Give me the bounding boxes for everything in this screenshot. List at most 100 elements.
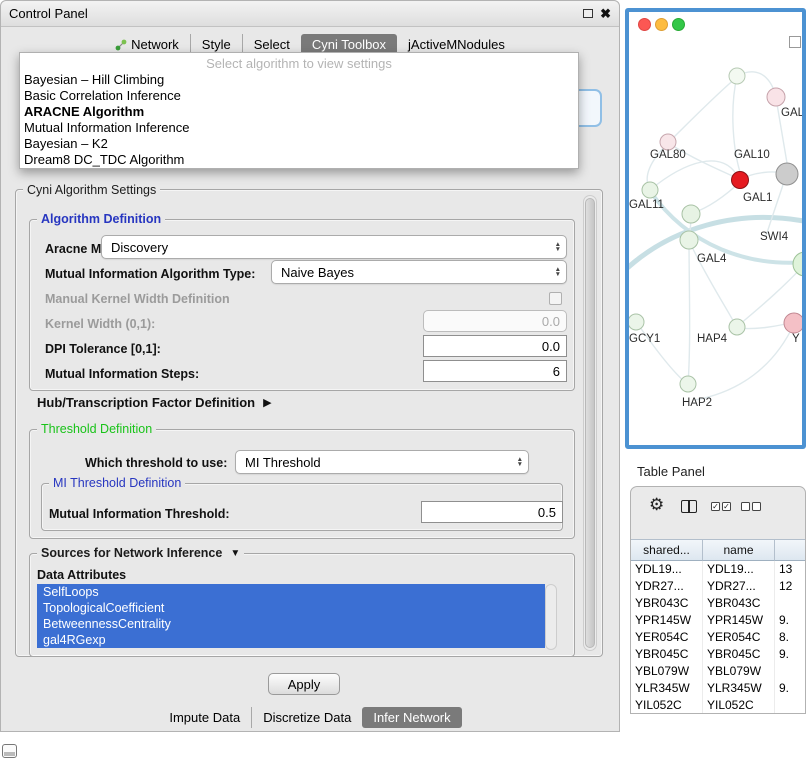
node-label: GCY1 (629, 333, 660, 345)
float-window-icon[interactable] (583, 9, 593, 18)
combo-value: Discovery (111, 240, 168, 255)
algorithm-definition-title: Algorithm Definition (37, 212, 165, 226)
gear-icon[interactable]: ⚙ (649, 495, 664, 515)
network-node-gray[interactable] (776, 163, 798, 185)
popup-item-selected[interactable]: ARACNE Algorithm (20, 104, 578, 120)
node-label: HAP2 (682, 397, 712, 409)
table-row[interactable]: YPR145W YPR145W 9. (631, 612, 806, 629)
apply-button[interactable]: Apply (268, 673, 340, 695)
tab-impute-data[interactable]: Impute Data (158, 707, 251, 728)
list-item[interactable]: gal4RGexp (37, 632, 545, 648)
node-label: GAL11 (629, 199, 664, 211)
restore-panel-icon[interactable] (2, 744, 17, 758)
network-node[interactable] (729, 319, 745, 335)
panel-title: Control Panel (9, 1, 88, 27)
node-label: GAL80 (650, 149, 686, 161)
kernel-width-label: Kernel Width (0,1): (45, 317, 155, 331)
tab-label: Select (254, 37, 290, 52)
table-header: shared... name (631, 539, 806, 561)
table-row[interactable]: YLR345W YLR345W 9. (631, 680, 806, 697)
list-item[interactable]: TopologicalCoefficient (37, 600, 545, 616)
tab-infer-network[interactable]: Infer Network (362, 707, 461, 728)
collapsed-arrow-icon: ▶ (263, 396, 271, 409)
tab-discretize-data[interactable]: Discretize Data (251, 707, 362, 728)
table-panel: ⚙ ✓ ✓ shared... name YDL19... YDL19... 1… (630, 486, 806, 714)
table-panel-title: Table Panel (637, 464, 705, 479)
popup-item[interactable]: Mutual Information Inference (20, 120, 578, 136)
table-row[interactable]: YER054C YER054C 8. (631, 629, 806, 646)
mi-type-label: Mutual Information Algorithm Type: (45, 267, 255, 281)
network-node[interactable] (680, 231, 698, 249)
control-panel: Control Panel ✖ Network Style Select Cyn… (0, 0, 620, 732)
scrollbar-thumb[interactable] (585, 198, 595, 648)
data-attributes-list: SelfLoops TopologicalCoefficient Between… (37, 584, 545, 650)
mi-threshold-group-title: MI Threshold Definition (49, 476, 185, 490)
column-header[interactable]: name (703, 539, 775, 561)
attributes-list-scrollbar[interactable] (545, 584, 557, 650)
tab-label: Discretize Data (263, 710, 351, 725)
table-row[interactable]: YDL19... YDL19... 13 (631, 561, 806, 578)
mi-threshold-label: Mutual Information Threshold: (49, 507, 230, 521)
data-attributes-label: Data Attributes (37, 568, 126, 582)
dpi-tolerance-label: DPI Tolerance [0,1]: (45, 342, 161, 356)
column-header[interactable]: shared... (631, 539, 703, 561)
table-row[interactable]: YBR045C YBR045C 9. (631, 646, 806, 663)
network-node-red[interactable] (732, 172, 749, 189)
aracne-mode-combo[interactable]: Discovery ▲▼ (101, 235, 567, 259)
tab-label: Network (131, 37, 179, 52)
tab-label: Infer Network (373, 710, 450, 725)
list-item[interactable]: SelfLoops (37, 584, 545, 600)
mi-threshold-field[interactable] (421, 501, 563, 523)
columns-icon[interactable] (681, 500, 697, 513)
hub-section-toggle[interactable]: Hub/Transcription Factor Definition ▶ (37, 395, 272, 410)
network-node[interactable] (767, 88, 785, 106)
manual-kernel-checkbox[interactable] (549, 292, 562, 305)
dpi-tolerance-field[interactable] (423, 335, 567, 357)
stepper-icon: ▲▼ (511, 457, 523, 467)
mi-steps-field[interactable] (423, 360, 567, 382)
settings-group-title: Cyni Algorithm Settings (23, 183, 160, 197)
manual-kernel-label: Manual Kernel Width Definition (45, 292, 230, 306)
which-threshold-combo[interactable]: MI Threshold ▲▼ (235, 450, 529, 474)
node-label: GAL1 (743, 192, 772, 204)
close-icon[interactable]: ✖ (600, 6, 611, 22)
select-all-checks-icon[interactable]: ✓ ✓ (711, 502, 731, 511)
network-node[interactable] (642, 182, 658, 198)
threshold-definition-title: Threshold Definition (37, 422, 156, 436)
sources-section-toggle[interactable]: Sources for Network Inference ▼ (37, 546, 244, 560)
node-label: GAL4 (697, 253, 726, 265)
sources-section-label: Sources for Network Inference (41, 546, 222, 560)
popup-item[interactable]: Basic Correlation Inference (20, 88, 578, 104)
popup-item[interactable]: Bayesian – K2 (20, 136, 578, 152)
network-node[interactable] (680, 376, 696, 392)
algorithm-dropdown-popup: Select algorithm to view settings Bayesi… (19, 52, 579, 169)
network-node[interactable] (729, 68, 745, 84)
tab-label: jActiveMNodules (408, 37, 505, 52)
network-node[interactable] (629, 314, 644, 330)
table-row[interactable]: YBR043C YBR043C (631, 595, 806, 612)
settings-scrollbar[interactable] (583, 195, 597, 651)
combo-value: MI Threshold (245, 455, 321, 470)
table-body: YDL19... YDL19... 13 YDR27... YDR27... 1… (631, 561, 806, 714)
tab-label: Cyni Toolbox (312, 37, 386, 52)
network-icon (115, 39, 127, 51)
deselect-all-icon[interactable] (741, 502, 761, 511)
table-row[interactable]: YDR27... YDR27... 12 (631, 578, 806, 595)
popup-item[interactable]: Bayesian – Hill Climbing (20, 72, 578, 88)
stepper-icon: ▲▼ (549, 242, 561, 252)
network-node-pink[interactable] (784, 313, 802, 333)
popup-item[interactable]: Dream8 DC_TDC Algorithm (20, 152, 578, 168)
network-view-window[interactable]: GAL80 GAL10 GAL11 GAL1 SWI4 GAL4 GCY1 HA… (625, 8, 806, 449)
mi-type-combo[interactable]: Naive Bayes ▲▼ (271, 260, 567, 284)
network-node[interactable] (660, 134, 676, 150)
network-node[interactable] (793, 252, 802, 276)
expanded-arrow-icon: ▼ (230, 548, 240, 559)
table-row[interactable]: YIL052C YIL052C (631, 697, 806, 714)
table-row[interactable]: YBL079W YBL079W (631, 663, 806, 680)
kernel-width-field[interactable] (423, 310, 567, 332)
column-header[interactable] (775, 539, 806, 561)
list-item[interactable]: BetweennessCentrality (37, 616, 545, 632)
network-node[interactable] (682, 205, 700, 223)
network-graph[interactable] (629, 12, 802, 445)
hub-section-label: Hub/Transcription Factor Definition (37, 395, 255, 410)
